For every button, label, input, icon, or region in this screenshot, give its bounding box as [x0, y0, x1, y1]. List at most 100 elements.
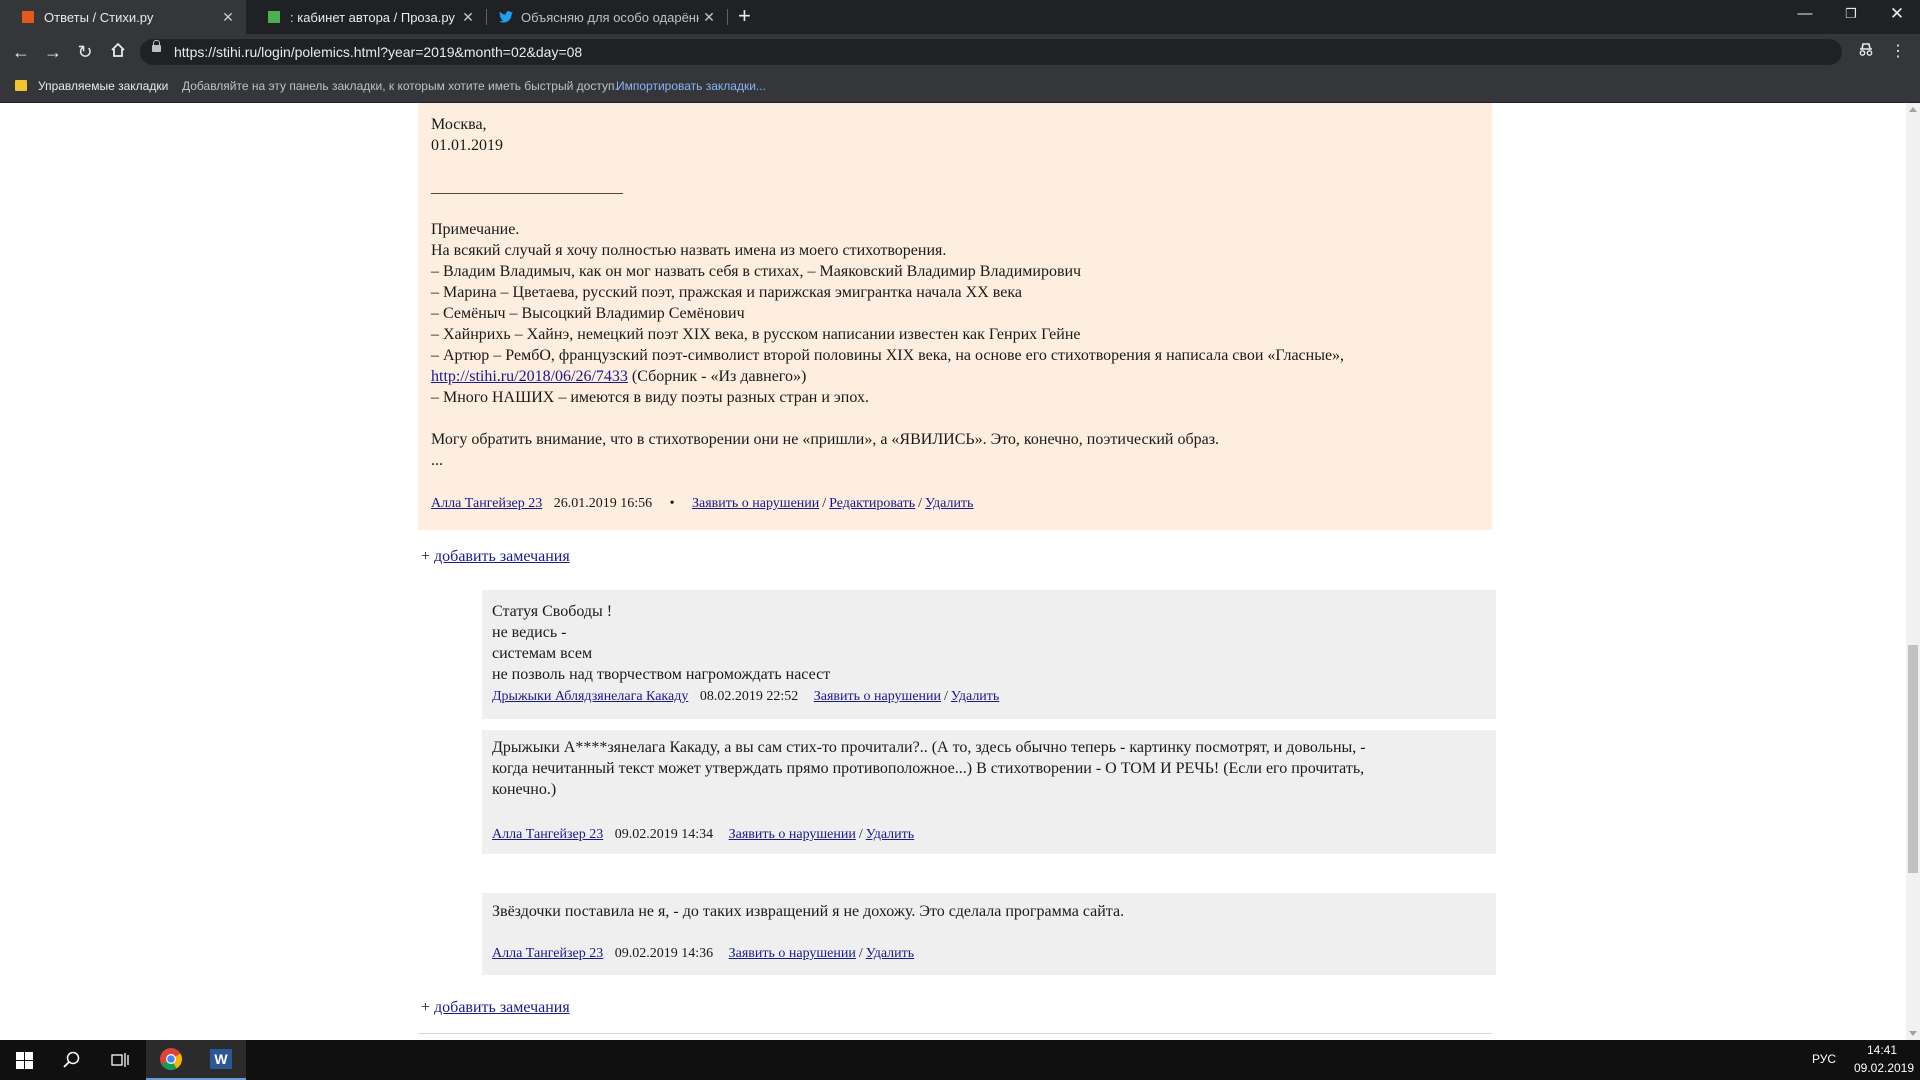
- close-tab-icon[interactable]: ✕: [699, 9, 719, 26]
- minimize-icon[interactable]: —: [1782, 0, 1828, 30]
- add-note-link[interactable]: добавить замечания: [434, 548, 570, 565]
- tab-stihi[interactable]: Ответы / Стихи.ру ✕: [0, 0, 246, 34]
- text-line: Могу обратить внимание, что в стихотворе…: [431, 431, 1220, 448]
- bullet-separator: •: [669, 496, 675, 511]
- reply-text: Дрыжыки А****зянелага Какаду, а вы сам с…: [492, 737, 1482, 800]
- close-window-icon[interactable]: ✕: [1874, 0, 1920, 30]
- reply-box: Статуя Свободы ! не ведись - системам вс…: [482, 590, 1496, 719]
- author-link[interactable]: Алла Тангейзер 23: [492, 946, 603, 961]
- section-divider: [418, 1033, 1492, 1034]
- slash-separator: /: [858, 827, 863, 842]
- author-link[interactable]: Алла Тангейзер 23: [492, 827, 603, 842]
- text-line: http://stihi.ru/2018/06/26/7433 (Сборник…: [431, 366, 1481, 387]
- edit-link[interactable]: Редактировать: [829, 496, 915, 511]
- stihi-favicon-icon: [22, 11, 34, 23]
- slash-separator: /: [858, 946, 863, 961]
- delete-link[interactable]: Удалить: [866, 827, 914, 842]
- text-line: – Артюр – РембО, французский поэт-символ…: [431, 347, 1345, 364]
- tab-proza[interactable]: : кабинет автора / Проза.ру ✕: [246, 0, 486, 34]
- text-line: – Владим Владимыч, как он мог назвать се…: [431, 263, 1082, 280]
- text-line: когда нечитанный текст может утверждать …: [492, 760, 1365, 777]
- author-link[interactable]: Алла Тангейзер 23: [431, 496, 542, 511]
- text-line: Москва,: [431, 116, 487, 133]
- timestamp: 26.01.2019 16:56: [553, 496, 653, 511]
- add-note-link[interactable]: добавить замечания: [434, 999, 570, 1016]
- task-view-icon[interactable]: [96, 1040, 144, 1080]
- text-line: – Марина – Цветаева, русский поэт, пражс…: [431, 284, 1022, 301]
- add-note-row: + добавить замечания: [421, 999, 570, 1017]
- timestamp: 09.02.2019 14:36: [614, 946, 714, 961]
- text-line: – Семёныч – Высоцкий Владимир Семёнович: [431, 305, 745, 322]
- delete-link[interactable]: Удалить: [925, 496, 973, 511]
- search-icon[interactable]: [48, 1040, 96, 1080]
- collection-suffix: (Сборник - «Из давнего»): [627, 368, 807, 385]
- twitter-bird-icon: [499, 11, 513, 23]
- language-indicator[interactable]: РУС: [1812, 1052, 1836, 1066]
- report-link[interactable]: Заявить о нарушении: [692, 496, 819, 511]
- proza-favicon-icon: [268, 11, 280, 23]
- tab-title: Объясняю для особо одарённы: [521, 9, 699, 25]
- page-viewport: Москва, 01.01.2019 _____________________…: [0, 103, 1906, 1040]
- reload-icon[interactable]: ↻: [73, 40, 97, 64]
- import-bookmarks-link[interactable]: Импортировать закладки...: [616, 70, 766, 102]
- collection-link[interactable]: http://stihi.ru/2018/06/26/7433: [431, 368, 628, 385]
- text-line: Примечание.: [431, 221, 520, 238]
- plus-icon: +: [421, 548, 431, 565]
- text-line: Статуя Свободы !: [492, 603, 613, 620]
- chrome-taskbar-icon[interactable]: [146, 1040, 196, 1080]
- slash-separator: /: [918, 496, 923, 511]
- review-meta: Алла Тангейзер 23 26.01.2019 16:56 • Зая…: [431, 496, 973, 512]
- bookmark-folder-icon: [15, 80, 27, 91]
- reply-meta: Дрыжыки Аблядзянелага Какаду 08.02.2019 …: [492, 689, 999, 705]
- menu-kebab-icon[interactable]: ⋮: [1886, 40, 1910, 64]
- restore-icon[interactable]: ❐: [1828, 0, 1874, 30]
- text-line: ...: [431, 452, 443, 469]
- scroll-up-icon[interactable]: [1909, 107, 1917, 112]
- page-scrollbar[interactable]: [1906, 103, 1920, 1040]
- lock-icon: [152, 40, 161, 52]
- scroll-down-icon[interactable]: [1909, 1031, 1917, 1036]
- report-link[interactable]: Заявить о нарушении: [729, 946, 856, 961]
- tab-title: : кабинет автора / Проза.ру: [290, 9, 455, 25]
- text-line: Дрыжыки А****зянелага Какаду, а вы сам с…: [492, 739, 1366, 756]
- scrollbar-thumb[interactable]: [1908, 645, 1918, 873]
- text-line: – Много НАШИХ – имеются в виду поэты раз…: [431, 389, 869, 406]
- word-taskbar-icon[interactable]: W: [196, 1040, 246, 1080]
- tab-title: Ответы / Стихи.ру: [44, 9, 154, 25]
- plus-icon: +: [421, 999, 431, 1016]
- home-icon[interactable]: [106, 40, 130, 64]
- reply-text: Статуя Свободы ! не ведись - системам вс…: [492, 601, 1482, 685]
- close-tab-icon[interactable]: ✕: [458, 9, 478, 26]
- back-icon[interactable]: ←: [9, 40, 33, 64]
- delete-link[interactable]: Удалить: [866, 946, 914, 961]
- text-line: Звёздочки поставила не я, - до таких изв…: [492, 903, 1125, 920]
- close-tab-icon[interactable]: ✕: [218, 9, 238, 26]
- address-bar[interactable]: https://stihi.ru/login/polemics.html?yea…: [140, 39, 1842, 65]
- tab-strip: Ответы / Стихи.ру ✕ : кабинет автора / П…: [0, 0, 1920, 34]
- forward-icon[interactable]: →: [41, 40, 65, 64]
- reply-meta: Алла Тангейзер 23 09.02.2019 14:36 Заяви…: [492, 946, 914, 962]
- report-link[interactable]: Заявить о нарушении: [814, 689, 941, 704]
- bookmarks-bar: Управляемые закладки Добавляйте на эту п…: [0, 70, 1920, 103]
- author-link[interactable]: Дрыжыки Аблядзянелага Какаду: [492, 689, 688, 704]
- reply-meta: Алла Тангейзер 23 09.02.2019 14:34 Заяви…: [492, 827, 914, 843]
- browser-toolbar: ← → ↻ https://stihi.ru/login/polemics.ht…: [0, 34, 1920, 70]
- slash-separator: /: [944, 689, 948, 704]
- text-line: не ведись -: [492, 624, 567, 641]
- report-link[interactable]: Заявить о нарушении: [729, 827, 856, 842]
- new-tab-button[interactable]: +: [738, 0, 751, 34]
- windows-taskbar: W РУС 14:41 09.02.2019: [0, 1040, 1920, 1080]
- delete-link[interactable]: Удалить: [951, 689, 999, 704]
- clock-date[interactable]: 09.02.2019: [1852, 1061, 1916, 1075]
- clock-time[interactable]: 14:41: [1852, 1043, 1912, 1057]
- tab-twitter[interactable]: Объясняю для особо одарённы ✕: [487, 0, 727, 34]
- incognito-extension-icon[interactable]: [1854, 40, 1878, 64]
- windows-start-icon[interactable]: [0, 1040, 48, 1080]
- divider-rule: ________________________: [431, 179, 623, 196]
- tab-divider: [727, 9, 728, 25]
- text-line: конечно.): [492, 781, 557, 798]
- managed-bookmarks[interactable]: Управляемые закладки: [38, 70, 168, 102]
- text-line: – Хайнрихь – Хайнэ, немецкий поэт XIX ве…: [431, 326, 1081, 343]
- text-line: На всякий случай я хочу полностью назват…: [431, 242, 947, 259]
- main-review-box: Москва, 01.01.2019 _____________________…: [418, 103, 1492, 530]
